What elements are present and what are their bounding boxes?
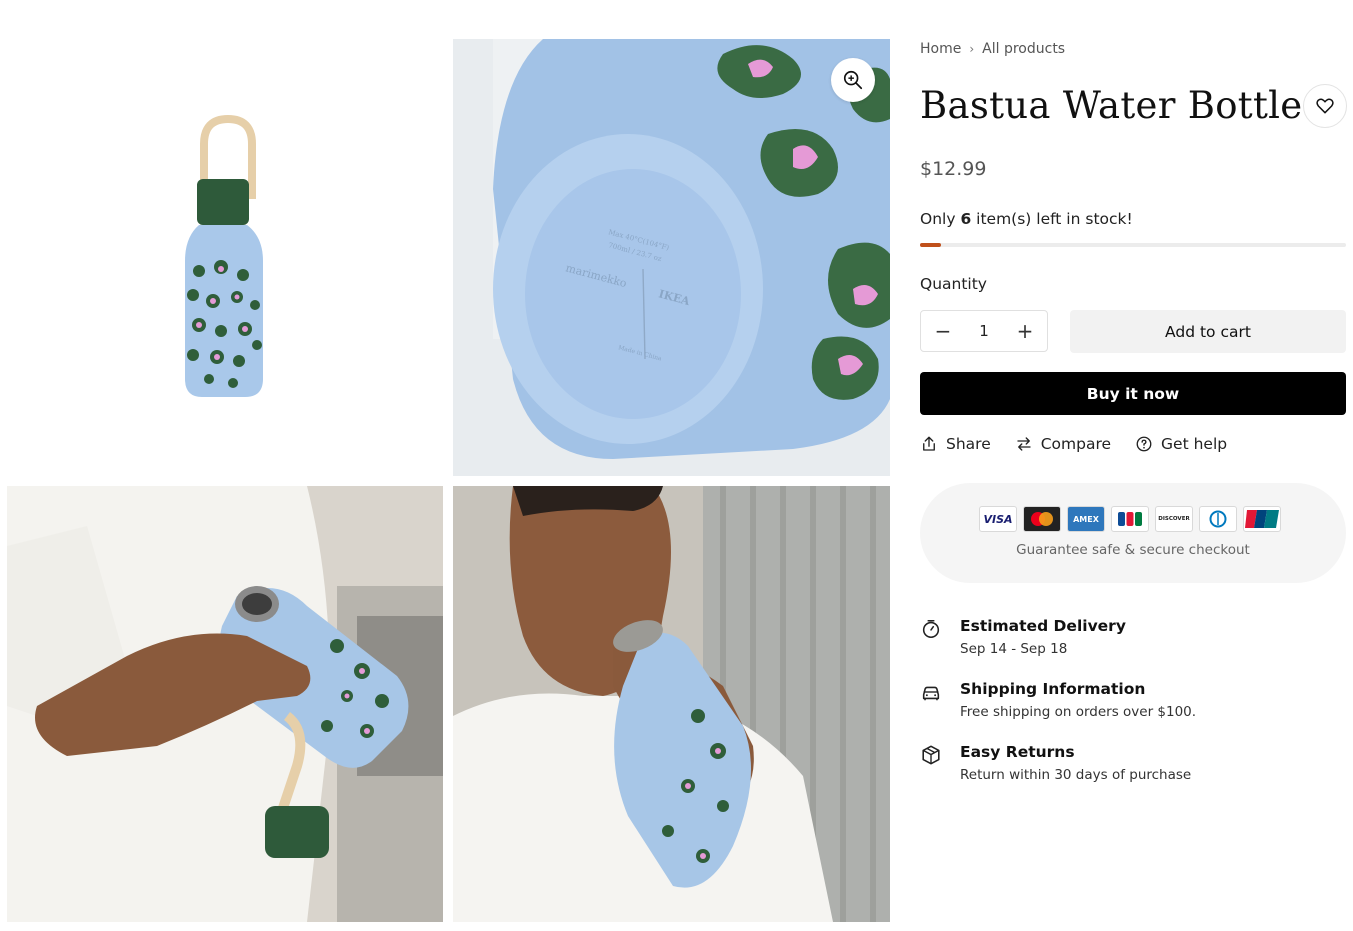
plus-icon[interactable]: + [1015,319,1035,343]
feature-subtitle: Return within 30 days of purchase [960,767,1192,783]
compare-label: Compare [1040,435,1112,453]
wishlist-button[interactable] [1303,84,1347,128]
compare-icon [1017,437,1031,451]
stock-message: Only 6 item(s) left in stock! [920,210,1133,228]
product-image-3[interactable] [7,486,443,922]
product-title: Bastua Water Bottle [920,84,1303,127]
compare-button[interactable]: Compare [1015,435,1111,453]
stock-prefix: Only [920,210,961,228]
feature-subtitle: Sep 14 - Sep 18 [960,641,1068,657]
product-image-2[interactable]: marimekko IKEA Max 40°C(104°F) 700ml / 2… [453,39,890,476]
feature-shipping-information: Shipping Information Free shipping on or… [920,680,1196,720]
quantity-stepper: − 1 + [920,310,1048,352]
stock-count: 6 [960,210,972,228]
zoom-in-icon [843,70,863,90]
feature-subtitle: Free shipping on orders over $100. [960,704,1197,720]
feature-estimated-delivery: Estimated Delivery Sep 14 - Sep 18 [920,617,1126,657]
product-price: $12.99 [920,158,987,180]
hands-holding-bottle-photo [7,486,443,922]
car-icon [922,686,940,701]
box-icon [922,745,940,765]
buy-it-now-button[interactable]: Buy it now [920,372,1346,415]
feature-easy-returns: Easy Returns Return within 30 days of pu… [920,743,1191,783]
guarantee-text: Guarantee safe & secure checkout [1016,542,1250,558]
feature-title: Shipping Information [960,680,1146,698]
jcb-icon [1111,506,1149,532]
breadcrumb: Home › All products [920,41,1065,57]
amex-icon: AMEX [1067,506,1105,532]
add-to-cart-button[interactable]: Add to cart [1070,310,1346,353]
mastercard-icon [1023,506,1061,532]
visa-icon: VISA [979,506,1017,532]
get-help-button[interactable]: Get help [1135,435,1227,453]
stock-progress-fill [920,243,942,247]
stopwatch-icon [922,619,940,639]
bottle-bottom-illustration: marimekko IKEA Max 40°C(104°F) 700ml / 2… [453,39,890,476]
get-help-label: Get help [1161,435,1228,453]
quantity-input[interactable]: 1 [979,322,989,340]
man-drinking-photo [453,486,890,922]
discover-icon: DISCOVER [1155,506,1193,532]
share-label: Share [946,435,991,453]
zoom-button[interactable] [831,58,875,102]
chevron-right-icon: › [969,42,975,56]
diners-icon [1199,506,1237,532]
share-icon [923,436,935,451]
secure-checkout-box: VISA AMEX DISCOVER Guarantee safe & secu… [920,483,1346,583]
help-icon [1136,436,1152,452]
product-actions: Share Compare Get help [920,435,1227,453]
payment-cards: VISA AMEX DISCOVER [979,506,1281,532]
unionpay-icon [1243,506,1281,532]
stock-suffix: item(s) left in stock! [971,210,1133,228]
share-button[interactable]: Share [920,435,991,453]
product-image-4[interactable] [453,486,890,922]
stock-progress-bar [920,243,1346,247]
product-image-1[interactable] [7,39,443,476]
heart-icon [1316,98,1334,114]
feature-title: Estimated Delivery [960,617,1126,635]
breadcrumb-home[interactable]: Home [920,41,961,57]
bottle-illustration [185,114,263,397]
breadcrumb-current[interactable]: All products [982,41,1065,57]
feature-title: Easy Returns [960,743,1075,761]
quantity-label: Quantity [920,275,987,293]
minus-icon[interactable]: − [933,319,953,343]
